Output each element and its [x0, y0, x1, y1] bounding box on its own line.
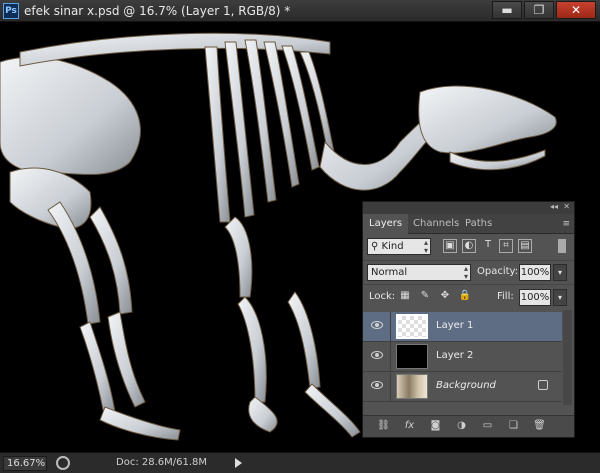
panel-header: ◂◂ ✕	[363, 202, 574, 214]
filter-type-icon[interactable]: T	[481, 239, 495, 253]
document-size-info: Doc: 28.6M/61.8M	[116, 457, 208, 468]
blend-mode-value: Normal	[371, 267, 408, 278]
fill-input[interactable]: 100%	[519, 289, 551, 306]
visibility-eye-icon[interactable]	[371, 381, 383, 389]
filter-kind-label: Kind	[381, 241, 404, 252]
layer-style-fx-icon[interactable]: fx	[403, 420, 416, 432]
adjustment-layer-icon[interactable]: ◑	[455, 420, 468, 432]
tab-channels[interactable]: Channels	[407, 214, 465, 234]
new-layer-icon[interactable]: ❏	[507, 420, 520, 432]
delete-layer-trash-icon[interactable]: 🗑	[533, 420, 546, 432]
layer-row-layer-1[interactable]: Layer 1	[363, 312, 562, 342]
fill-dropdown-icon[interactable]: ▾	[553, 289, 567, 306]
tab-paths[interactable]: Paths	[459, 214, 498, 234]
link-layers-icon[interactable]: ⛓	[377, 420, 390, 432]
status-menu-arrow-icon[interactable]	[235, 458, 242, 468]
layer-name[interactable]: Layer 1	[436, 320, 473, 331]
close-panel-icon[interactable]: ✕	[563, 202, 570, 211]
search-icon: ⚲	[371, 241, 382, 252]
layer-thumbnail	[396, 344, 428, 369]
opacity-dropdown-icon[interactable]: ▾	[553, 264, 567, 281]
close-button[interactable]: ✕	[556, 1, 596, 19]
layer-row-layer-2[interactable]: Layer 2	[363, 342, 562, 372]
status-bar: 16.67% Doc: 28.6M/61.8M	[0, 452, 600, 473]
lock-row: Lock: ▦ ✎ ✥ 🔒 Fill: 100% ▾	[363, 284, 574, 308]
layers-panel: ◂◂ ✕ Layers Channels Paths ≡ ⚲ Kind ▴ ▾ ▣…	[362, 201, 575, 438]
title-bar: Ps efek sinar x.psd @ 16.7% (Layer 1, RG…	[0, 0, 600, 22]
lock-transparent-icon[interactable]: ▦	[398, 290, 412, 304]
layer-thumbnail	[396, 314, 428, 339]
blend-mode-select[interactable]: Normal ▴ ▾	[367, 264, 471, 281]
lock-paint-icon[interactable]: ✎	[418, 290, 432, 304]
spin-arrows-icon: ▴ ▾	[423, 238, 428, 255]
photoshop-logo-icon: Ps	[3, 3, 19, 19]
layer-name[interactable]: Layer 2	[436, 350, 473, 361]
filter-adjustment-icon[interactable]: ◐	[462, 239, 476, 253]
layer-row-background[interactable]: Background	[363, 372, 562, 402]
opacity-label: Opacity:	[477, 266, 519, 277]
document-title: efek sinar x.psd @ 16.7% (Layer 1, RGB/8…	[24, 4, 291, 18]
layer-thumbnail	[396, 374, 428, 399]
blend-row: Normal ▴ ▾ Opacity: 100% ▾	[363, 260, 574, 282]
visibility-eye-icon[interactable]	[371, 321, 383, 329]
maximize-button[interactable]: ❐	[524, 1, 554, 19]
add-mask-icon[interactable]: ◙	[429, 420, 442, 432]
lock-all-icon[interactable]: 🔒	[458, 290, 472, 304]
lock-icon	[538, 380, 548, 390]
collapse-panel-icon[interactable]: ◂◂	[550, 202, 558, 211]
filter-toggle-icon[interactable]	[558, 239, 566, 253]
spin-arrows-icon: ▴ ▾	[463, 264, 468, 281]
tab-layers[interactable]: Layers	[363, 214, 409, 234]
layers-scrollbar[interactable]	[563, 310, 572, 405]
new-group-folder-icon[interactable]: ▭	[481, 420, 494, 432]
lock-label: Lock:	[369, 291, 396, 302]
panel-tabs: Layers Channels Paths ≡	[363, 214, 574, 234]
zoom-level-field[interactable]: 16.67%	[3, 456, 47, 471]
lock-position-icon[interactable]: ✥	[438, 290, 452, 304]
layer-name[interactable]: Background	[436, 380, 496, 391]
panel-footer: ⛓ fx ◙ ◑ ▭ ❏ 🗑	[363, 415, 574, 437]
filter-pixel-icon[interactable]: ▣	[443, 239, 457, 253]
filter-row: ⚲ Kind ▴ ▾ ▣ ◐ T ⌗ ▤	[363, 236, 574, 258]
visibility-eye-icon[interactable]	[371, 351, 383, 359]
share-icon[interactable]	[56, 456, 70, 470]
opacity-input[interactable]: 100%	[519, 264, 551, 281]
filter-kind-select[interactable]: ⚲ Kind ▴ ▾	[367, 238, 431, 255]
panel-menu-icon[interactable]: ≡	[562, 219, 570, 229]
fill-label: Fill:	[497, 291, 514, 302]
minimize-button[interactable]: ▬	[492, 1, 522, 19]
filter-smart-object-icon[interactable]: ▤	[518, 239, 532, 253]
filter-shape-icon[interactable]: ⌗	[499, 239, 513, 253]
